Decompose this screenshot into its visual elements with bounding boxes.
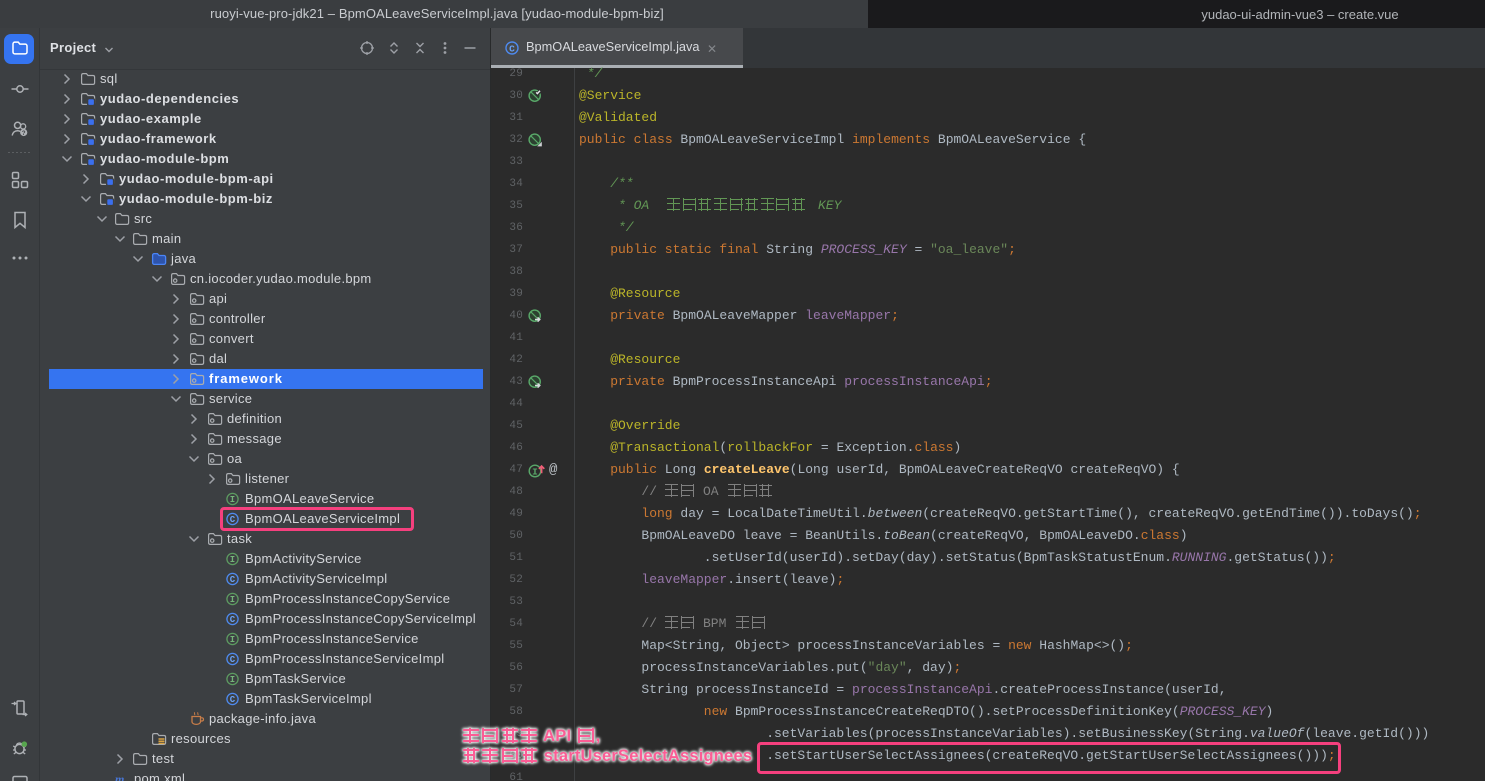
svg-text:C: C bbox=[230, 575, 236, 585]
svg-text:C: C bbox=[509, 44, 515, 55]
svg-text:I: I bbox=[230, 675, 235, 685]
svg-text:I: I bbox=[230, 595, 235, 605]
svg-text:I: I bbox=[532, 466, 538, 477]
svg-text:I: I bbox=[230, 555, 235, 565]
svg-text:m: m bbox=[115, 772, 124, 781]
svg-text:?: ? bbox=[22, 131, 26, 137]
svg-text:C: C bbox=[230, 695, 236, 705]
svg-text:I: I bbox=[230, 635, 235, 645]
svg-text:C: C bbox=[230, 655, 236, 665]
svg-text:C: C bbox=[230, 615, 236, 625]
svg-text:I: I bbox=[230, 495, 235, 505]
